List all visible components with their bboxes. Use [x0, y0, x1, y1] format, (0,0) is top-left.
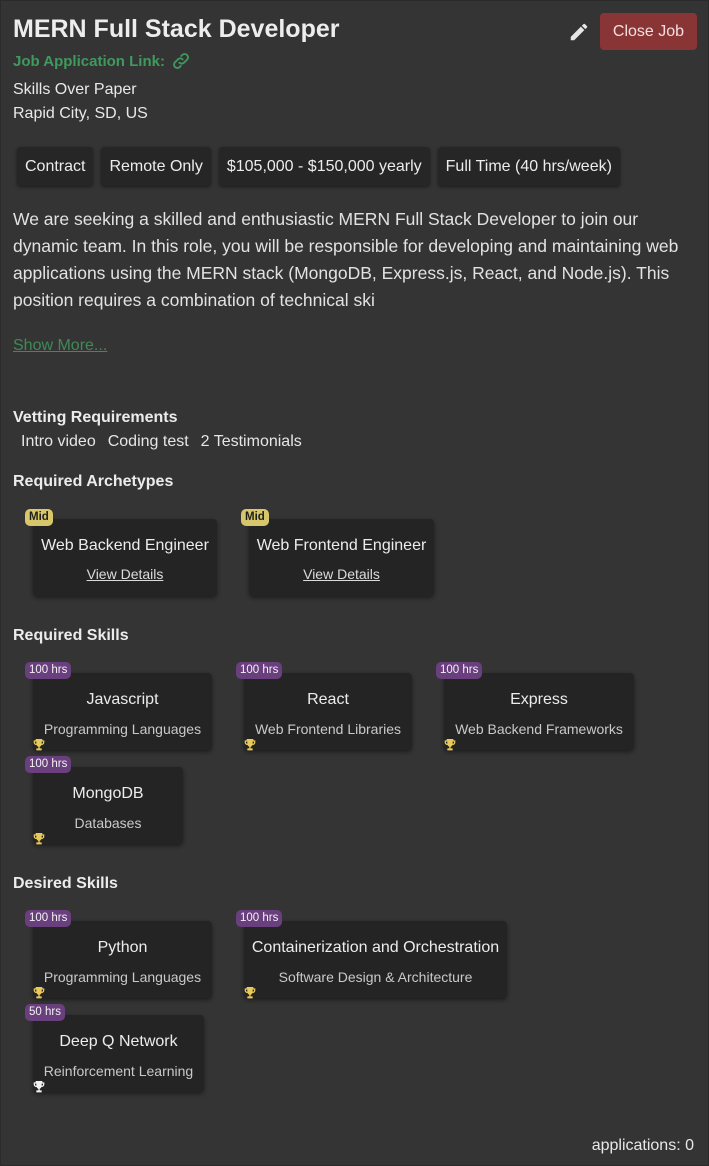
- skill-name: Python: [97, 939, 148, 956]
- skill-name: Deep Q Network: [59, 1033, 178, 1050]
- pencil-icon[interactable]: [568, 21, 590, 43]
- trophy-icon: [244, 739, 256, 751]
- skill-card: React Web Frontend Libraries: [244, 673, 412, 750]
- skill-name: Containerization and Orchestration: [251, 939, 500, 956]
- chip-contract-type: Contract: [17, 147, 94, 186]
- hours-badge: 100 hrs: [25, 662, 72, 679]
- trophy-icon: [33, 739, 45, 751]
- job-location: Rapid City, SD, US: [13, 105, 148, 122]
- hours-badge: 100 hrs: [25, 910, 72, 927]
- skill-category: Software Design & Architecture: [278, 969, 473, 985]
- show-more-link[interactable]: Show More...: [13, 337, 107, 355]
- level-badge: Mid: [241, 509, 269, 526]
- vetting-item: Intro video: [21, 433, 96, 450]
- vetting-item: Coding test: [107, 433, 189, 450]
- trophy-icon: [33, 833, 45, 845]
- job-title: MERN Full Stack Developer: [13, 15, 340, 43]
- skill-name: MongoDB: [72, 785, 144, 802]
- applications-count: applications: 0: [591, 1137, 694, 1154]
- vetting-list: Intro video Coding test 2 Testimonials: [21, 433, 302, 451]
- vetting-heading: Vetting Requirements: [13, 409, 178, 426]
- skill-category: Databases: [74, 815, 142, 831]
- job-application-link-label: Job Application Link:: [13, 52, 165, 70]
- skill-card: Containerization and Orchestration Softw…: [244, 921, 507, 998]
- job-attribute-chips: Contract Remote Only $105,000 - $150,000…: [17, 147, 620, 186]
- required-skills-heading: Required Skills: [13, 627, 129, 644]
- archetype-card: Web Frontend Engineer View Details: [249, 519, 434, 596]
- level-badge: Mid: [25, 509, 53, 526]
- trophy-icon: [244, 987, 256, 999]
- archetype-card: Web Backend Engineer View Details: [33, 519, 217, 596]
- skill-name: Express: [510, 691, 568, 708]
- archetypes-heading: Required Archetypes: [13, 473, 174, 490]
- skill-name: React: [307, 691, 349, 708]
- skill-category: Programming Languages: [43, 721, 202, 737]
- view-details-link[interactable]: View Details: [33, 566, 217, 582]
- skill-card: MongoDB Databases: [33, 767, 183, 844]
- trophy-icon: [444, 739, 456, 751]
- trophy-icon: [33, 987, 45, 999]
- company-name: Skills Over Paper: [13, 81, 137, 98]
- hours-badge: 100 hrs: [236, 910, 283, 927]
- trophy-icon: [33, 1081, 45, 1093]
- desired-skills-heading: Desired Skills: [13, 875, 118, 892]
- skill-category: Programming Languages: [43, 969, 202, 985]
- job-application-link[interactable]: Job Application Link:: [13, 51, 191, 71]
- hours-badge: 50 hrs: [25, 1004, 65, 1021]
- chip-salary: $105,000 - $150,000 yearly: [218, 147, 430, 186]
- skill-card: Python Programming Languages: [33, 921, 212, 998]
- chip-hours: Full Time (40 hrs/week): [437, 147, 620, 186]
- link-icon[interactable]: [171, 51, 191, 71]
- skill-name: Javascript: [86, 691, 159, 708]
- view-details-link[interactable]: View Details: [249, 566, 434, 582]
- close-job-button[interactable]: Close Job: [600, 13, 697, 50]
- hours-badge: 100 hrs: [25, 756, 72, 773]
- chip-remote: Remote Only: [101, 147, 211, 186]
- skill-card: Javascript Programming Languages: [33, 673, 212, 750]
- skill-category: Web Frontend Libraries: [254, 721, 402, 737]
- archetype-name: Web Frontend Engineer: [256, 537, 427, 554]
- hours-badge: 100 hrs: [236, 662, 283, 679]
- skill-category: Web Backend Frameworks: [455, 721, 623, 737]
- skill-category: Reinforcement Learning: [43, 1063, 194, 1079]
- skill-card: Express Web Backend Frameworks: [444, 673, 634, 750]
- vetting-item: 2 Testimonials: [200, 433, 302, 450]
- job-description: We are seeking a skilled and enthusiasti…: [13, 209, 679, 310]
- archetype-name: Web Backend Engineer: [41, 537, 209, 554]
- hours-badge: 100 hrs: [436, 662, 483, 679]
- job-card: MERN Full Stack Developer Job Applicatio…: [0, 0, 709, 1166]
- skill-card: Deep Q Network Reinforcement Learning: [33, 1015, 204, 1092]
